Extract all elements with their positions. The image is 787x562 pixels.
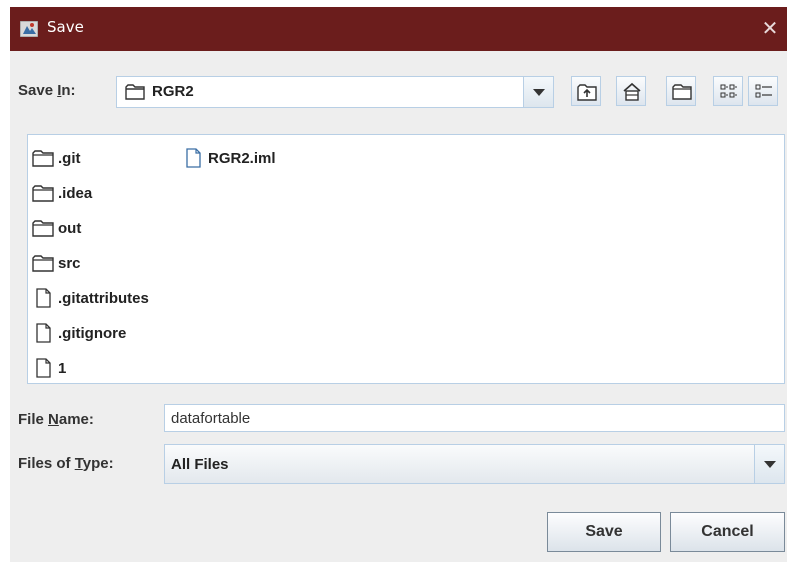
close-button[interactable]: ✕ <box>757 14 783 42</box>
folder-icon <box>32 255 54 272</box>
file-icon <box>186 148 201 168</box>
folder-icon <box>32 150 54 167</box>
file-name-label: File Name: <box>18 411 94 428</box>
file-type-dropdown-arrow[interactable] <box>754 445 784 483</box>
save-dialog: Save ✕ Save In: RGR2 .git .idea out src … <box>10 7 787 562</box>
up-one-level-button[interactable] <box>571 76 601 106</box>
folder-icon <box>125 84 145 100</box>
save-in-dropdown-arrow[interactable] <box>523 77 553 107</box>
details-view-icon <box>755 84 772 98</box>
title-bar[interactable]: Save ✕ <box>10 7 787 51</box>
close-icon: ✕ <box>761 16 779 40</box>
file-name-input[interactable]: datafortable <box>164 404 785 432</box>
file-icon <box>36 323 51 343</box>
java-app-icon <box>20 21 38 37</box>
cancel-button[interactable]: Cancel <box>670 512 785 552</box>
details-view-button[interactable] <box>748 76 778 106</box>
list-item[interactable]: .gitattributes <box>32 287 149 309</box>
list-view-button[interactable] <box>713 76 743 106</box>
save-in-value: RGR2 <box>152 83 194 100</box>
list-item[interactable]: .gitignore <box>32 322 126 344</box>
file-icon <box>36 358 51 378</box>
save-button[interactable]: Save <box>547 512 661 552</box>
file-list[interactable]: .git .idea out src .gitattributes .gitig… <box>27 134 785 384</box>
new-folder-icon <box>672 84 692 100</box>
list-item[interactable]: .git <box>32 147 81 169</box>
list-item[interactable]: out <box>32 217 81 239</box>
save-in-label: Save In: <box>18 82 76 99</box>
folder-icon <box>32 185 54 202</box>
list-item[interactable]: RGR2.iml <box>182 147 276 169</box>
home-icon <box>623 82 641 101</box>
file-type-value: All Files <box>171 456 229 473</box>
save-in-dropdown[interactable]: RGR2 <box>116 76 554 108</box>
window-title: Save <box>47 18 84 36</box>
home-button[interactable] <box>616 76 646 106</box>
file-icon <box>36 288 51 308</box>
list-item[interactable]: 1 <box>32 357 66 379</box>
folder-up-icon <box>577 84 597 101</box>
list-item[interactable]: src <box>32 252 81 274</box>
list-item[interactable]: .idea <box>32 182 92 204</box>
folder-icon <box>32 220 54 237</box>
new-folder-button[interactable] <box>666 76 696 106</box>
file-type-label: Files of Type: <box>18 455 114 472</box>
file-type-dropdown[interactable]: All Files <box>164 444 785 484</box>
list-view-icon <box>720 84 737 98</box>
